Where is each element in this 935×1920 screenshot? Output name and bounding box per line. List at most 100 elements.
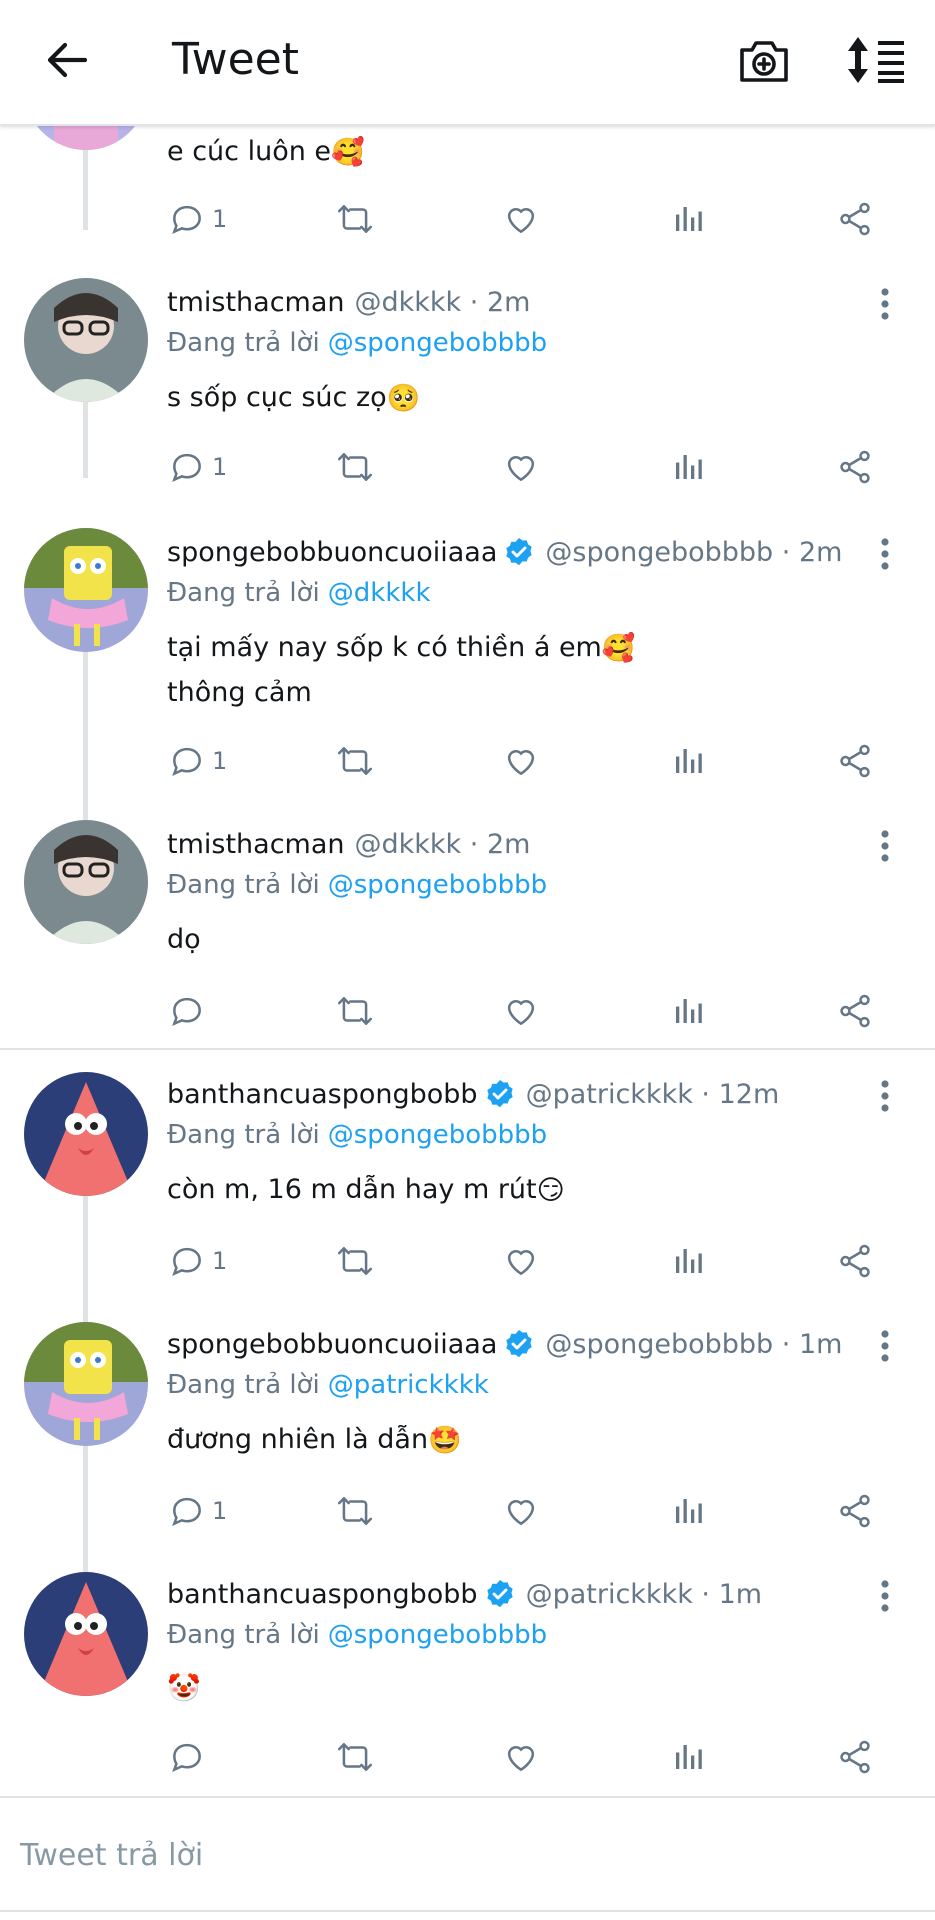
replying-to-label: Đang trả lời	[167, 328, 320, 358]
tweet-item[interactable]: tmisthacman @dkkkk · 2m Đang trả lời @sp…	[0, 812, 935, 1048]
share-button[interactable]	[836, 736, 874, 786]
avatar[interactable]	[24, 1572, 148, 1696]
like-button[interactable]	[502, 1236, 540, 1286]
camera-button[interactable]	[735, 30, 793, 90]
reply-button[interactable]: 1	[168, 736, 227, 786]
tweet-author[interactable]: banthancuaspongbobb @patrickkkk · 12m	[167, 1074, 779, 1114]
clown-face-emoji: 🤡	[167, 1672, 201, 1704]
analytics-button[interactable]	[670, 736, 706, 786]
share-button[interactable]	[836, 1486, 874, 1536]
display-name: spongebobbuoncuoiiaaa	[167, 1328, 498, 1360]
handle-time: @patrickkkk · 1m	[525, 1578, 763, 1610]
tweet-text: dọ	[167, 924, 201, 955]
tweet-actions: 1	[0, 1236, 935, 1286]
retweet-button[interactable]	[334, 1486, 376, 1536]
more-options-icon[interactable]	[870, 280, 900, 328]
reply-button[interactable]	[168, 986, 212, 1036]
share-icon	[840, 1494, 870, 1528]
handle-time: @spongebobbbb · 2m	[545, 536, 843, 568]
like-button[interactable]	[502, 986, 540, 1036]
reply-count: 1	[212, 205, 228, 233]
tweet-item[interactable]: banthancuaspongbobb @patrickkkk · 1m Đan…	[0, 1550, 935, 1796]
more-options-icon[interactable]	[870, 1322, 900, 1370]
analytics-button[interactable]	[670, 442, 706, 492]
reply-button[interactable]: 1	[168, 1486, 227, 1536]
verified-badge-icon	[486, 1080, 513, 1108]
retweet-icon	[337, 453, 373, 481]
more-options-icon[interactable]	[870, 1572, 900, 1620]
smiling-hearts-emoji: 🥰	[331, 136, 365, 168]
reply-composer[interactable]: Tweet trả lời	[0, 1796, 935, 1920]
heart-icon	[507, 1746, 535, 1772]
reply-icon	[172, 1497, 201, 1527]
retweet-button[interactable]	[334, 442, 376, 492]
like-button[interactable]	[502, 1732, 540, 1782]
retweet-button[interactable]	[334, 1236, 376, 1286]
retweet-icon	[337, 205, 373, 233]
analytics-button[interactable]	[670, 1236, 706, 1286]
share-button[interactable]	[836, 986, 874, 1036]
tweet-author[interactable]: banthancuaspongbobb @patrickkkk · 1m	[167, 1574, 762, 1614]
reply-input-placeholder[interactable]: Tweet trả lời	[20, 1838, 203, 1873]
share-button[interactable]	[836, 194, 874, 244]
reply-button[interactable]: 1	[168, 194, 227, 244]
replying-to: Đang trả lời @spongebobbbb	[167, 1116, 547, 1154]
reply-button[interactable]: 1	[168, 442, 227, 492]
share-button[interactable]	[836, 442, 874, 492]
like-button[interactable]	[502, 442, 540, 492]
avatar[interactable]	[24, 1322, 148, 1446]
reply-count: 1	[212, 1497, 228, 1525]
tweet-author[interactable]: tmisthacman @dkkkk · 2m	[167, 824, 530, 864]
reply-count: 1	[212, 453, 228, 481]
more-options-icon[interactable]	[870, 1072, 900, 1120]
tweet-author[interactable]: spongebobbuoncuoiiaaa @spongebobbbb · 2m	[167, 532, 842, 572]
tweet-item[interactable]: banthancuaspongbobb @patrickkkk · 12m Đa…	[0, 1050, 935, 1300]
sort-button[interactable]	[842, 30, 908, 90]
avatar[interactable]	[24, 820, 148, 944]
reply-button[interactable]	[168, 1732, 212, 1782]
mention-link[interactable]: @spongebobbbb	[328, 328, 547, 358]
tweet-item[interactable]: tmisthacman @dkkkk · 2m Đang trả lời @sp…	[0, 272, 935, 522]
handle-time: @patrickkkk · 12m	[525, 1078, 780, 1110]
analytics-button[interactable]	[670, 1486, 706, 1536]
like-button[interactable]	[502, 1486, 540, 1536]
replying-to-label: Đang trả lời	[167, 1370, 320, 1400]
mention-link[interactable]: @patrickkkk	[328, 1370, 489, 1400]
page-title: Tweet	[172, 34, 299, 85]
avatar[interactable]	[24, 528, 148, 652]
display-name: banthancuaspongbobb	[167, 1078, 478, 1110]
tweet-author[interactable]: tmisthacman @dkkkk · 2m	[167, 282, 530, 322]
avatar[interactable]	[24, 1072, 148, 1196]
more-options-icon[interactable]	[870, 822, 900, 870]
tweet-author[interactable]: spongebobbuoncuoiiaaa @spongebobbbb · 1m	[167, 1324, 842, 1364]
like-button[interactable]	[502, 736, 540, 786]
avatar[interactable]	[24, 278, 148, 402]
analytics-button[interactable]	[670, 986, 706, 1036]
bar-chart-icon	[676, 749, 702, 773]
mention-link[interactable]: @spongebobbbb	[328, 870, 547, 900]
heart-icon	[507, 1000, 535, 1026]
reply-icon	[172, 747, 201, 777]
retweet-button[interactable]	[334, 986, 376, 1036]
share-icon	[840, 1740, 870, 1774]
mention-link[interactable]: @spongebobbbb	[328, 1120, 547, 1150]
display-name: banthancuaspongbobb	[167, 1578, 478, 1610]
analytics-button[interactable]	[670, 1732, 706, 1782]
retweet-button[interactable]	[334, 194, 376, 244]
replying-to-label: Đang trả lời	[167, 578, 320, 608]
mention-link[interactable]: @spongebobbbb	[328, 1620, 547, 1650]
share-button[interactable]	[836, 1236, 874, 1286]
analytics-button[interactable]	[670, 194, 706, 244]
like-button[interactable]	[502, 194, 540, 244]
back-button[interactable]	[40, 30, 94, 90]
more-options-icon[interactable]	[870, 530, 900, 578]
retweet-button[interactable]	[334, 736, 376, 786]
tweet-item[interactable]: spongebobbuoncuoiiaaa @spongebobbbb · 1m…	[0, 1300, 935, 1550]
tweet-item[interactable]: spongebobbuoncuoiiaaa @spongebobbbb · 2m…	[0, 522, 935, 812]
share-button[interactable]	[836, 1732, 874, 1782]
mention-link[interactable]: @dkkkk	[328, 578, 431, 608]
reply-button[interactable]: 1	[168, 1236, 227, 1286]
bar-chart-icon	[676, 1499, 702, 1523]
retweet-button[interactable]	[334, 1732, 376, 1782]
handle-time: @spongebobbbb · 1m	[545, 1328, 843, 1360]
